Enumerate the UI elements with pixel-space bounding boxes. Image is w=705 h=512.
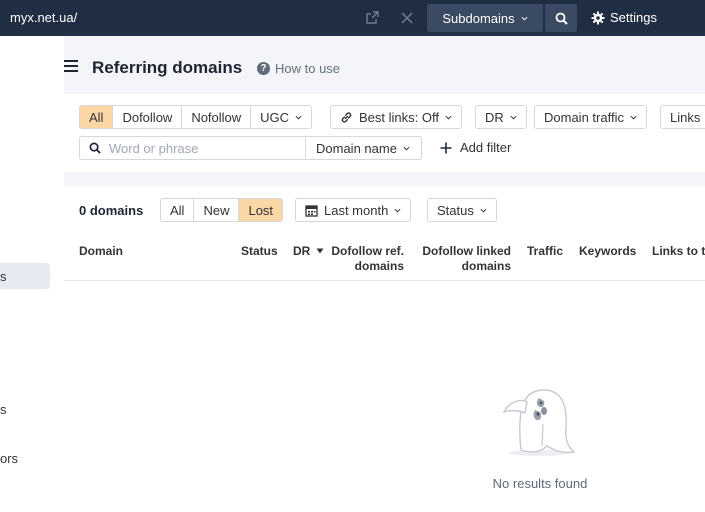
status-tabs: All New Lost xyxy=(160,198,284,222)
filter-ugc[interactable]: UGC xyxy=(250,106,311,128)
chevron-down-icon xyxy=(295,115,302,120)
tab-lost[interactable]: Lost xyxy=(238,199,283,221)
sidebar-active-item[interactable] xyxy=(0,263,50,289)
tab-new[interactable]: New xyxy=(193,199,238,221)
chevron-down-icon xyxy=(403,146,410,151)
help-icon: ? xyxy=(257,62,270,75)
chevron-down-icon xyxy=(630,115,637,120)
filter-ugc-label: UGC xyxy=(260,109,290,125)
chevron-down-icon xyxy=(394,208,401,213)
sidebar-item-active[interactable]: s xyxy=(0,269,7,284)
best-links-dropdown[interactable]: Best links: Off xyxy=(330,105,462,129)
url-text[interactable]: myx.net.ua/ xyxy=(10,10,77,25)
column-dr-label: DR xyxy=(293,244,311,258)
domains-count: 0 domains xyxy=(79,203,144,218)
dr-label: DR xyxy=(485,109,504,125)
add-filter-label: Add filter xyxy=(460,140,512,155)
clear-icon[interactable] xyxy=(398,9,416,27)
column-dofollow-linked-line1: Dofollow linked xyxy=(422,244,511,258)
subdomains-dropdown[interactable]: Subdomains xyxy=(427,4,543,32)
top-bar: myx.net.ua/ Subdomains Settings xyxy=(0,0,705,36)
settings-label: Settings xyxy=(610,10,657,25)
links-dropdown[interactable]: Links xyxy=(660,105,705,129)
link-icon xyxy=(341,111,352,123)
column-dofollow-ref-domains[interactable]: Dofollow ref. domains xyxy=(327,244,404,274)
search-scope-label: Domain name xyxy=(316,140,397,156)
link-type-filter: All Dofollow Nofollow UGC xyxy=(79,105,313,129)
column-domain[interactable]: Domain xyxy=(79,244,123,259)
filter-nofollow[interactable]: Nofollow xyxy=(181,106,250,128)
subdomains-label: Subdomains xyxy=(442,10,515,26)
column-keywords[interactable]: Keywords xyxy=(579,244,636,259)
plus-icon xyxy=(440,142,452,153)
search-icon xyxy=(555,12,568,25)
chevron-down-icon xyxy=(445,115,452,120)
column-status[interactable]: Status xyxy=(241,244,278,259)
column-dofollow-linked-domains[interactable]: Dofollow linked domains xyxy=(418,244,511,274)
status-dropdown[interactable]: Status xyxy=(427,198,497,222)
domain-traffic-dropdown[interactable]: Domain traffic xyxy=(534,105,647,129)
add-filter-button[interactable]: Add filter xyxy=(440,140,511,155)
period-dropdown[interactable]: Last month xyxy=(295,198,412,222)
sidebar-item[interactable]: s xyxy=(0,402,7,417)
search-field[interactable] xyxy=(79,136,306,160)
how-to-use-label: How to use xyxy=(275,61,341,76)
sidebar-item[interactable]: ors xyxy=(0,451,18,466)
column-dr[interactable]: DR xyxy=(293,244,324,259)
domain-traffic-label: Domain traffic xyxy=(544,109,624,125)
gear-icon xyxy=(591,11,605,24)
calendar-icon xyxy=(305,204,318,217)
settings-button[interactable]: Settings xyxy=(591,10,657,25)
chevron-down-icon xyxy=(480,208,487,213)
chevron-down-icon xyxy=(521,16,528,21)
sort-desc-icon xyxy=(316,248,324,254)
filter-dofollow[interactable]: Dofollow xyxy=(112,106,181,128)
empty-state-message: No results found xyxy=(492,476,588,491)
menu-icon[interactable] xyxy=(64,60,78,72)
chevron-down-icon xyxy=(510,115,517,120)
page-title: Referring domains xyxy=(92,58,243,77)
dr-dropdown[interactable]: DR xyxy=(475,105,527,129)
links-label: Links xyxy=(670,109,701,125)
column-dofollow-ref-line2: domains xyxy=(354,259,404,273)
column-traffic[interactable]: Traffic xyxy=(527,244,563,259)
column-dofollow-linked-line2: domains xyxy=(461,259,511,273)
column-links-to-target[interactable]: Links to t xyxy=(652,244,705,259)
header-divider xyxy=(64,280,705,281)
search-icon xyxy=(89,142,101,154)
empty-state-illustration xyxy=(475,380,605,465)
search-scope-dropdown[interactable]: Domain name xyxy=(305,136,422,160)
period-label: Last month xyxy=(324,202,389,218)
search-input[interactable] xyxy=(109,140,289,156)
filter-all[interactable]: All xyxy=(80,106,113,128)
external-link-icon[interactable] xyxy=(363,9,381,27)
status-filter-label: Status xyxy=(437,202,474,218)
how-to-use-link[interactable]: ? How to use xyxy=(257,61,340,76)
column-dofollow-ref-line1: Dofollow ref. xyxy=(331,244,404,258)
search-button[interactable] xyxy=(545,4,577,32)
best-links-label: Best links: Off xyxy=(359,109,439,125)
tab-all[interactable]: All xyxy=(161,199,193,221)
results-panel xyxy=(64,186,705,512)
ghost-illustration-icon xyxy=(502,389,576,456)
